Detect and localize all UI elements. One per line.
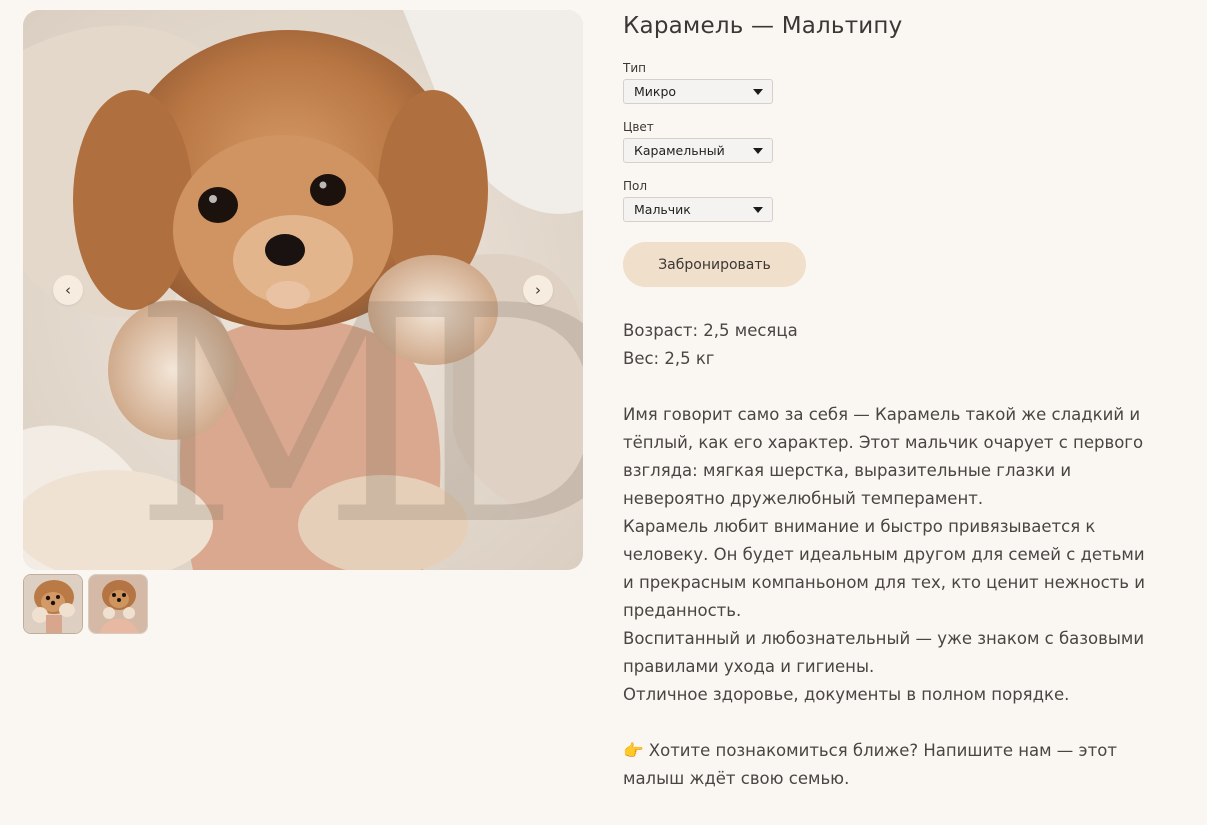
caret-down-icon (753, 207, 763, 213)
sex-select-value: Мальчик (634, 202, 691, 217)
next-image-button[interactable]: › (523, 275, 553, 305)
product-info: Карамель — Мальтипу Тип Микро Цвет Карам… (623, 10, 1193, 793)
description-line: человеку. Он будет идеальным другом для … (623, 545, 1145, 564)
weight-text: Вес: 2,5 кг (623, 349, 715, 368)
age-text: Возраст: 2,5 месяца (623, 321, 798, 340)
product-title: Карамель — Мальтипу (623, 13, 903, 39)
description-line: Карамель любит внимание и быстро привязы… (623, 517, 1096, 536)
caret-down-icon (753, 89, 763, 95)
sex-select[interactable]: Мальчик (623, 197, 773, 222)
book-button[interactable]: Забронировать (623, 242, 806, 287)
chevron-right-icon: › (535, 281, 541, 299)
prev-image-button[interactable]: ‹ (53, 275, 83, 305)
cta-line: малыш ждёт свою семью. (623, 769, 850, 788)
caret-down-icon (753, 148, 763, 154)
puppy-photo: MD (23, 10, 583, 570)
type-select[interactable]: Микро (623, 79, 773, 104)
cta-line: 👉 Хотите познакомиться ближе? Напишите н… (623, 741, 1117, 760)
description-line: правилами ухода и гигиены. (623, 657, 875, 676)
color-select-value: Карамельный (634, 143, 725, 158)
thumbnail-strip (23, 574, 583, 634)
color-select[interactable]: Карамельный (623, 138, 773, 163)
product-description: Возраст: 2,5 месяца Вес: 2,5 кг Имя гово… (623, 317, 1193, 793)
thumbnail-2[interactable] (88, 574, 148, 634)
thumbnail-image (24, 575, 82, 633)
description-line: невероятно дружелюбный темперамент. (623, 489, 984, 508)
thumbnail-image (89, 575, 147, 633)
product-gallery: MD ‹ › (23, 10, 583, 634)
product-page: MD ‹ › Карамель — Мальтипу Тип Микро Цве… (0, 0, 1207, 825)
description-line: Воспитанный и любознательный — уже знако… (623, 629, 1145, 648)
chevron-left-icon: ‹ (65, 281, 71, 299)
description-line: Отличное здоровье, документы в полном по… (623, 685, 1070, 704)
option-label-type: Тип (623, 61, 646, 75)
main-photo[interactable]: MD ‹ › (23, 10, 583, 570)
description-line: взгляда: мягкая шерстка, выразительные г… (623, 461, 1072, 480)
watermark-logo: MD (133, 242, 583, 570)
type-select-value: Микро (634, 84, 677, 99)
description-line: Имя говорит само за себя — Карамель тако… (623, 405, 1141, 424)
option-label-sex: Пол (623, 179, 648, 193)
thumbnail-1[interactable] (23, 574, 83, 634)
description-line: тёплый, как его характер. Этот мальчик о… (623, 433, 1144, 452)
description-line: преданность. (623, 601, 742, 620)
description-line: и прекрасным компаньоном для тех, кто це… (623, 573, 1145, 592)
option-label-color: Цвет (623, 120, 654, 134)
